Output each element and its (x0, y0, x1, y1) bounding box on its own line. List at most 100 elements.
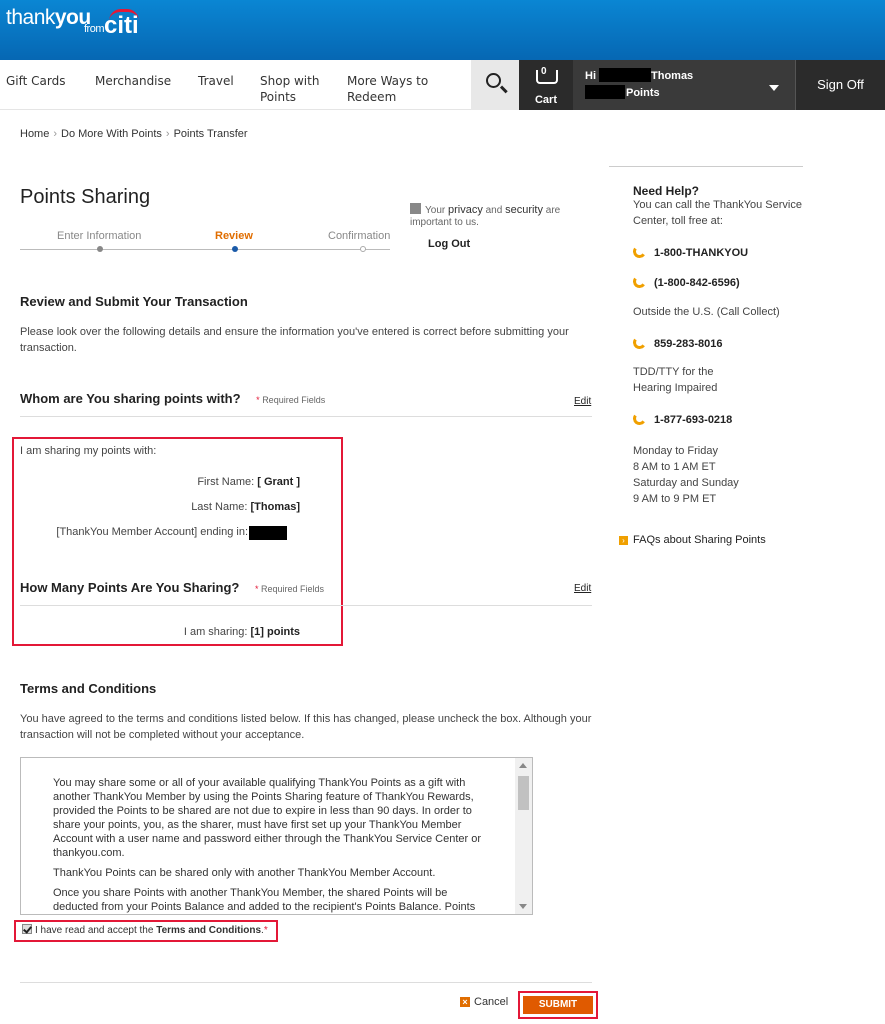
outside-us-label: Outside the U.S. (Call Collect) (633, 306, 780, 318)
edit-recipient-link[interactable]: Edit (574, 396, 591, 407)
breadcrumb: Home › Do More With Points › Points Transfer (20, 128, 248, 140)
last-name-value: [Thomas] (250, 501, 301, 513)
scrollbar[interactable] (515, 758, 532, 914)
privacy-text: and (485, 205, 503, 216)
phone-numeric[interactable]: (1-800-842-6596) (631, 273, 740, 290)
breadcrumb-separator: › (165, 128, 170, 140)
step-confirmation: Confirmation (328, 230, 391, 242)
breadcrumb-home[interactable]: Home (20, 128, 49, 140)
account-label: [ThankYou Member Account] ending in: (56, 526, 248, 538)
help-intro: You can call the ThankYou Service Center… (633, 199, 802, 227)
arrow-right-icon: › (619, 536, 628, 545)
hours-weekend: Saturday and Sunday (633, 477, 739, 489)
nav-shop-line1: Shop with (260, 74, 320, 88)
terms-paragraph: Once you share Points with another Thank… (53, 887, 476, 913)
how-many-heading: How Many Points Are You Sharing? * Requi… (20, 580, 324, 595)
review-heading: Review and Submit Your Transaction (20, 294, 248, 309)
accept-terms-row[interactable]: I have read and accept the Terms and Con… (14, 920, 278, 942)
review-instructions: Please look over the following details a… (20, 326, 569, 354)
tdd-label: TDD/TTY for the Hearing Impaired (633, 366, 718, 394)
hours-weekday: Monday to Friday (633, 445, 718, 457)
required-fields-note: * Required Fields (255, 584, 324, 594)
user-name: Thomas (651, 70, 694, 82)
cart-label: Cart (534, 94, 557, 106)
security-link[interactable]: security (505, 204, 543, 216)
whom-heading-text: Whom are You sharing points with? (20, 391, 241, 406)
nav-merchandise[interactable]: Merchandise (95, 73, 171, 89)
last-name-row: Last Name: [Thomas] (150, 501, 300, 513)
terms-scroll-box[interactable]: You may share some or all of your availa… (20, 757, 533, 915)
points-sharing-label: I am sharing: (183, 626, 248, 638)
main-nav: Gift Cards Merchandise Travel Shop with … (0, 60, 885, 110)
nav-gift-cards[interactable]: Gift Cards (6, 73, 66, 89)
top-banner: thankyou from citi (0, 0, 885, 60)
close-icon: × (460, 997, 470, 1007)
privacy-note: Your privacy and security are important … (410, 203, 580, 229)
edit-points-link[interactable]: Edit (574, 583, 591, 594)
nav-travel[interactable]: Travel (198, 73, 234, 89)
accept-terms-checkbox[interactable] (22, 924, 32, 934)
faq-link[interactable]: › FAQs about Sharing Points (619, 534, 766, 546)
cancel-button[interactable]: × Cancel (460, 996, 508, 1008)
nav-shop-with-points[interactable]: Shop with Points (260, 73, 319, 105)
sidebar-divider (609, 166, 803, 167)
sharing-with-label: I am sharing my points with: (20, 445, 157, 457)
first-name-value: [ Grant ] (257, 476, 300, 488)
scroll-down-icon[interactable] (519, 904, 527, 909)
how-many-heading-text: How Many Points Are You Sharing? (20, 580, 240, 595)
redacted-points (585, 85, 625, 99)
first-name-label: First Name: (197, 476, 255, 488)
required-star: * (263, 925, 268, 936)
privacy-link[interactable]: privacy (448, 204, 483, 216)
log-out-link[interactable]: Log Out (428, 238, 470, 250)
breadcrumb-points-transfer: Points Transfer (173, 128, 248, 140)
sign-off-button[interactable]: Sign Off (795, 60, 885, 110)
phone-icon (631, 243, 648, 260)
logo-from: from (84, 23, 105, 35)
whom-heading: Whom are You sharing points with? * Requ… (20, 391, 325, 406)
phone-tdd[interactable]: 1-877-693-0218 (631, 410, 733, 427)
progress-line (20, 249, 390, 250)
submit-highlight: SUBMIT (518, 991, 598, 1019)
cart-button[interactable]: 0 Cart (519, 60, 573, 110)
points-sharing-row: I am sharing: [1] points (150, 626, 300, 638)
search-icon (486, 73, 501, 88)
cart-icon (536, 70, 558, 84)
hours-weekday-times: 8 AM to 1 AM ET (633, 461, 716, 473)
phone-icon (631, 410, 648, 427)
nav-more-ways[interactable]: More Ways to Redeem (347, 73, 428, 105)
accept-terms-text: I have read and accept the (35, 925, 154, 936)
user-greeting: Hi (585, 70, 596, 82)
scrollbar-thumb[interactable] (518, 776, 529, 810)
required-fields-text: Required Fields (261, 584, 325, 594)
terms-paragraph: You may share some or all of your availa… (53, 777, 482, 859)
nav-shop-line2: Points (260, 90, 297, 104)
step-dot (97, 246, 103, 252)
redacted-first-name (599, 68, 651, 82)
breadcrumb-separator: › (53, 128, 58, 140)
thankyou-logo[interactable]: thankyou from citi (6, 6, 139, 39)
submit-button[interactable]: SUBMIT (523, 996, 593, 1014)
logo-thank: thank (6, 6, 55, 29)
page-title: Points Sharing (20, 186, 151, 208)
required-fields-note: * Required Fields (256, 395, 325, 405)
scroll-up-icon[interactable] (519, 763, 527, 768)
user-menu[interactable]: Hi Thomas Points (573, 60, 795, 110)
phone-collect[interactable]: 859-283-8016 (631, 334, 723, 351)
search-button[interactable] (471, 60, 519, 110)
hours-weekend-times: 9 AM to 9 PM ET (633, 493, 717, 505)
step-dot-active (232, 246, 238, 252)
phone-number: 1-877-693-0218 (654, 414, 733, 426)
phone-number: 859-283-8016 (654, 338, 723, 350)
divider (20, 605, 592, 606)
terms-instructions: You have agreed to the terms and conditi… (20, 713, 592, 741)
breadcrumb-do-more[interactable]: Do More With Points (61, 128, 162, 140)
terms-paragraph: ThankYou Points can be shared only with … (53, 867, 436, 879)
phone-icon (631, 273, 648, 290)
phone-number: 1-800-THANKYOU (654, 247, 749, 259)
need-help-title: Need Help? (633, 184, 700, 198)
terms-link[interactable]: Terms and Conditions (156, 925, 261, 936)
phone-thankyou[interactable]: 1-800-THANKYOU (631, 243, 749, 260)
nav-more-line2: Redeem (347, 90, 397, 104)
chevron-down-icon[interactable] (769, 85, 779, 91)
